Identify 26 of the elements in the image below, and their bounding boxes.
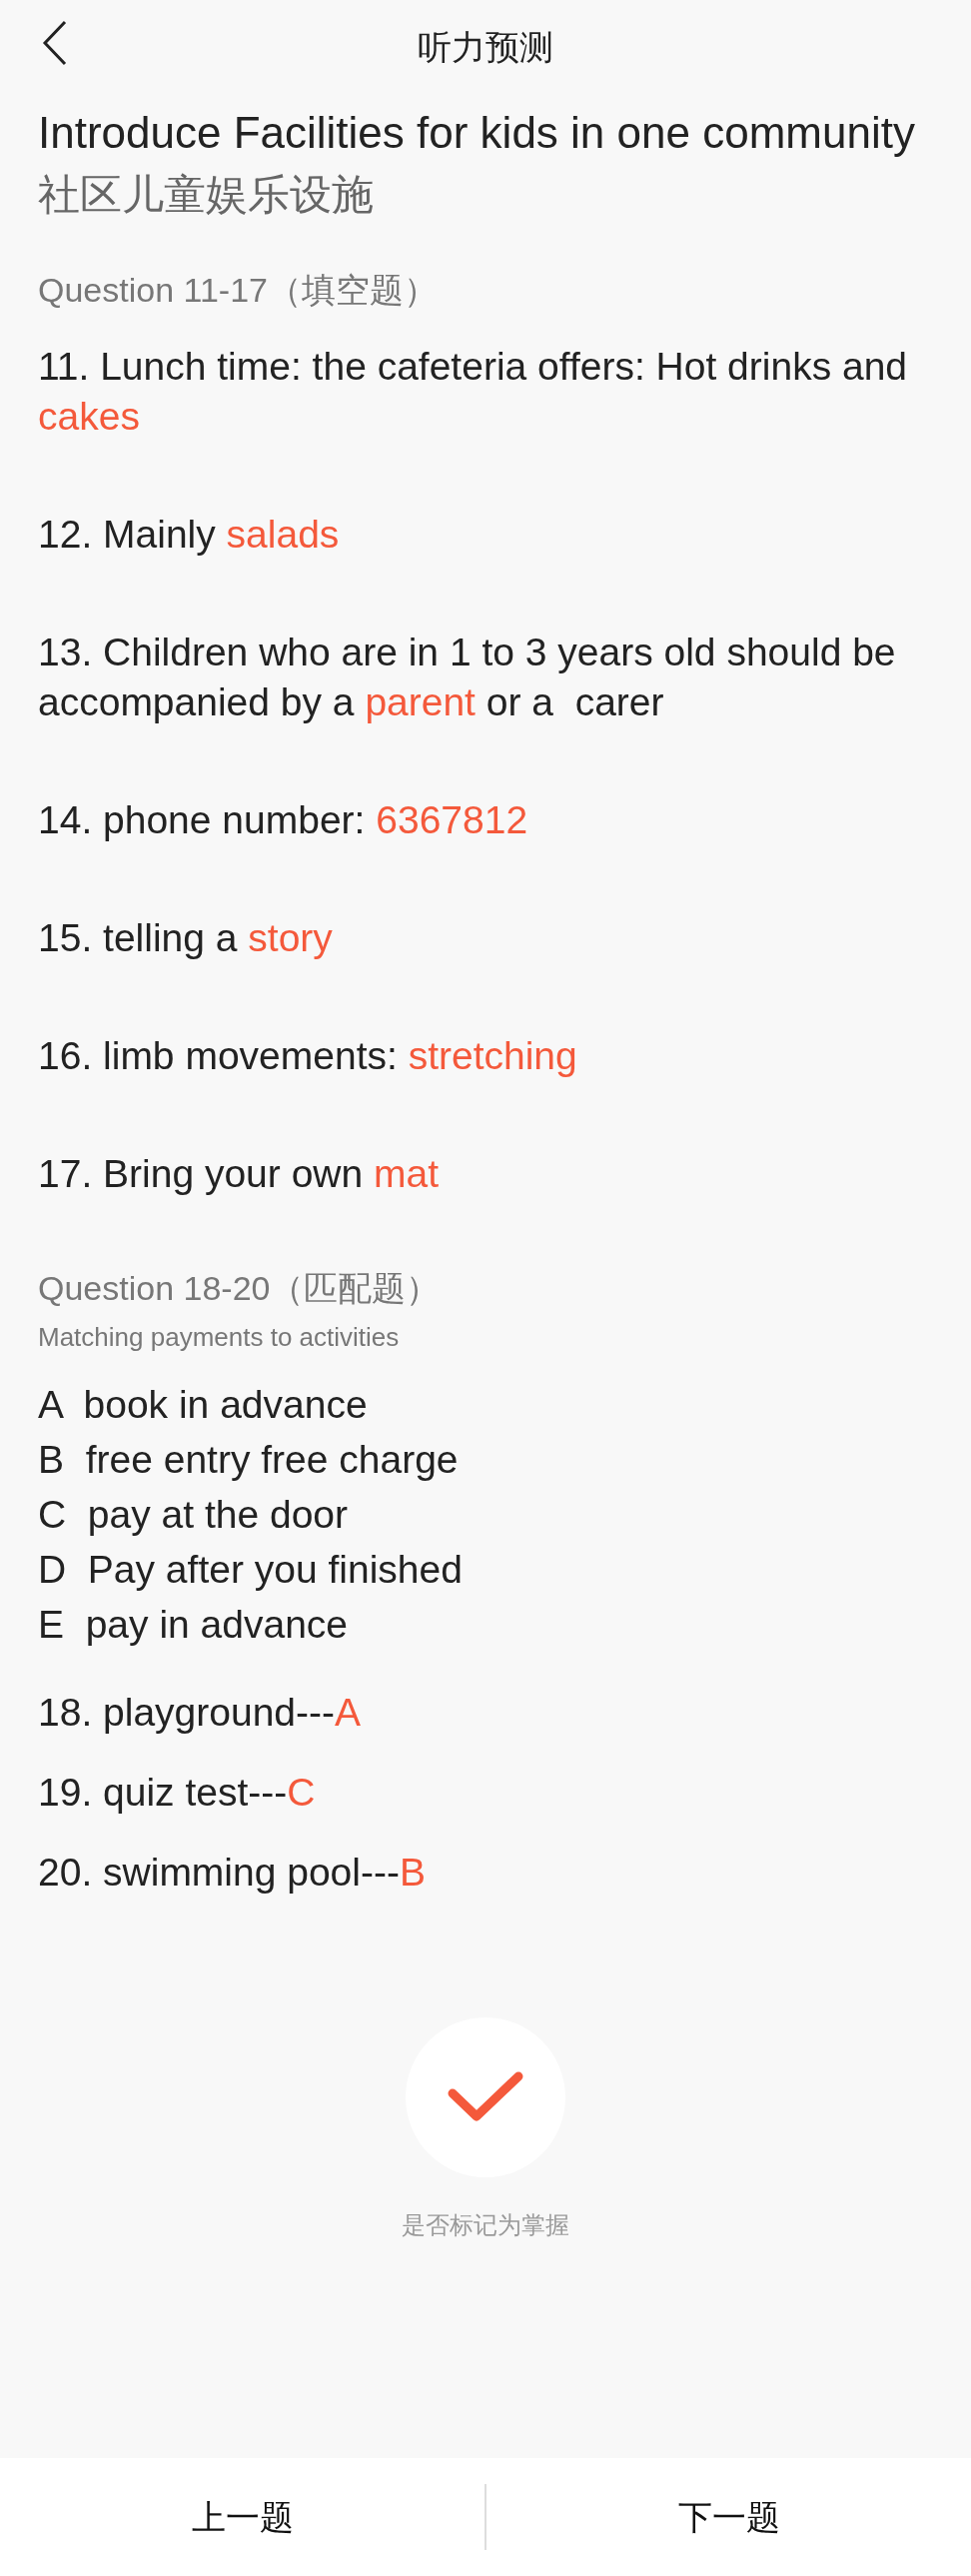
lesson-subtitle: 社区儿童娱乐设施 — [38, 170, 375, 220]
check-icon — [448, 2071, 523, 2123]
next-button[interactable]: 下一题 — [486, 2458, 971, 2576]
question-text: 16. limb movements: stretching — [38, 1033, 578, 1079]
question-text: 20. swimming pool---B — [38, 1850, 427, 1896]
option-text: B free entry free charge — [38, 1437, 460, 1483]
page-title: 听力预测 — [418, 27, 553, 68]
section-heading: Question 18-20（匹配题） — [38, 1268, 442, 1309]
question-text: 12. Mainly salads — [38, 512, 341, 558]
question-text: 19. quiz test---C — [38, 1770, 317, 1816]
option-text: E pay in advance — [38, 1602, 350, 1648]
option-text: D Pay after you finished — [38, 1547, 464, 1593]
question-text: 17. Bring your own mat — [38, 1151, 441, 1197]
lesson-title: Introduce Facilities for kids in one community — [38, 107, 916, 159]
section-subheading: Matching payments to activities — [38, 1321, 401, 1354]
question-text: 14. phone number: 6367812 — [38, 797, 529, 843]
question-text: 11. Lunch time: the cafeteria offers: Hot drinks and cakes — [38, 344, 909, 440]
mastery-label: 是否标记为掌握 — [402, 2210, 569, 2240]
previous-button[interactable]: 上一题 — [0, 2458, 485, 2576]
question-text: 15. telling a story — [38, 915, 334, 961]
option-text: A book in advance — [38, 1382, 369, 1428]
question-text: 13. Children who are in 1 to 3 years old should be accompanied by a parent or a carer — [38, 630, 897, 725]
section-heading: Question 11-17（填空题） — [38, 270, 439, 311]
option-text: C pay at the door — [38, 1492, 350, 1538]
question-text: 18. playground---A — [38, 1690, 362, 1736]
back-icon — [42, 20, 68, 66]
